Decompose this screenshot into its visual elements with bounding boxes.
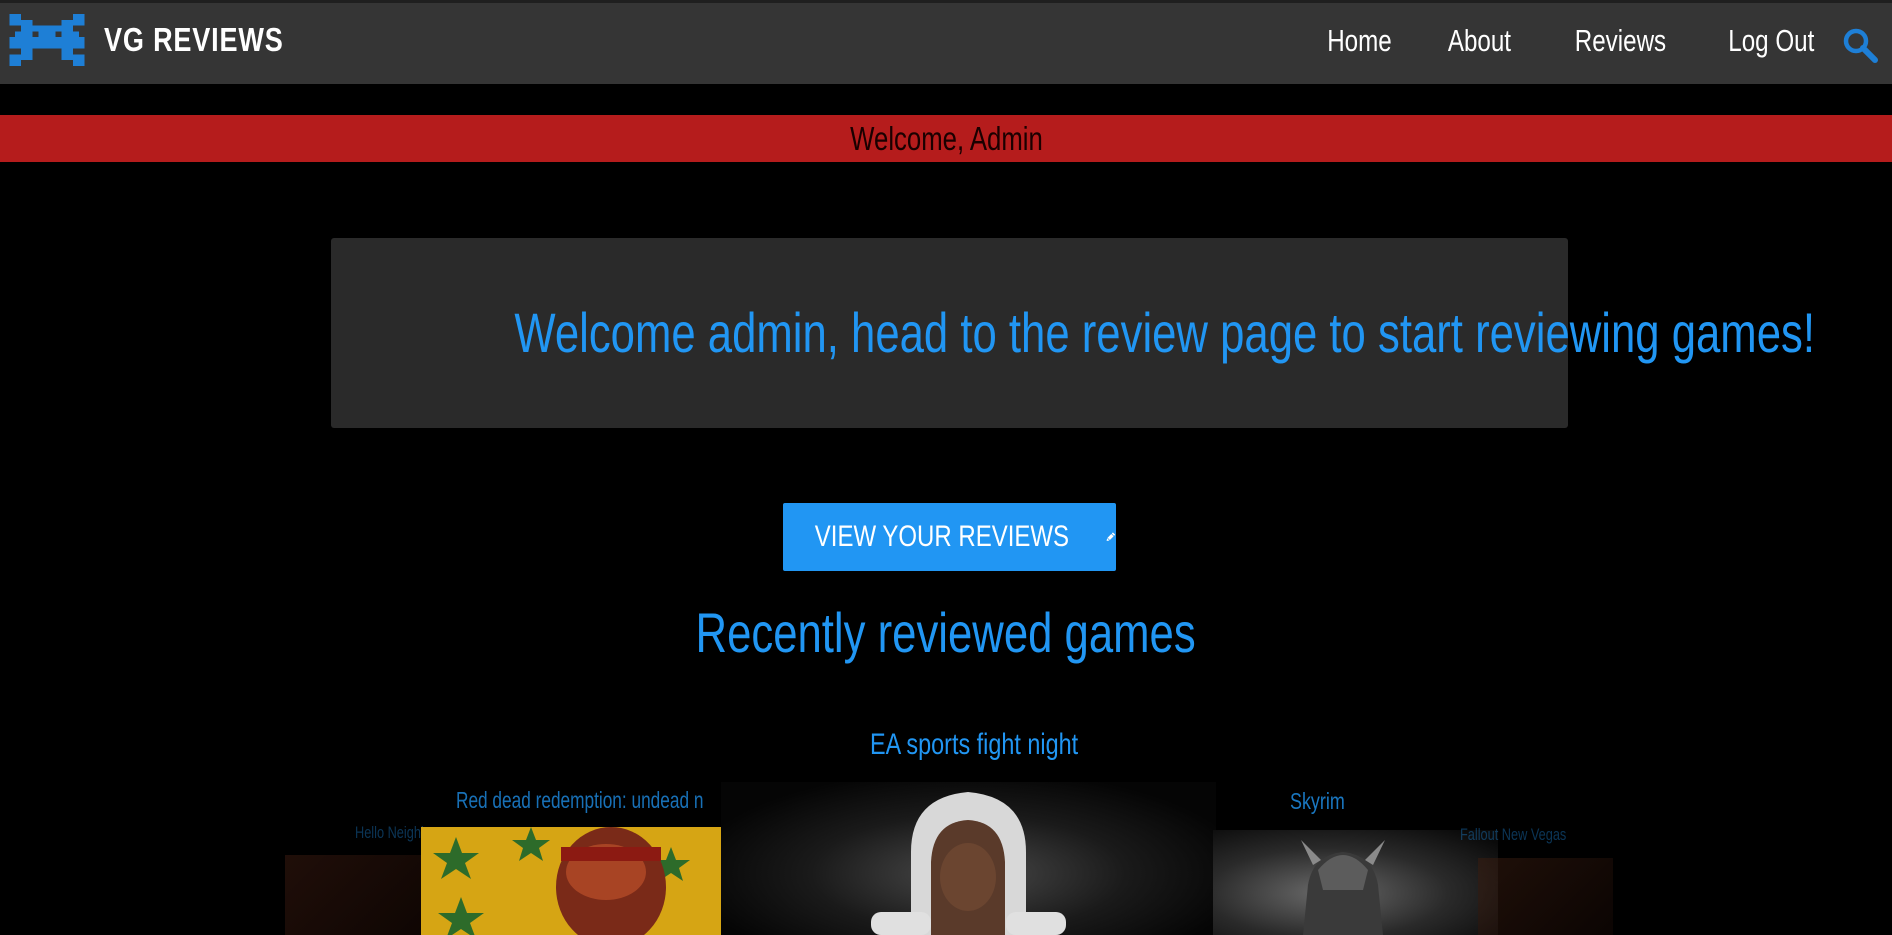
game-cover-image[interactable] [1213,830,1498,935]
game-cover-image[interactable] [721,782,1216,935]
boxer-illustration [871,792,1066,935]
nav-link-reviews[interactable]: Reviews [1574,23,1665,59]
view-reviews-label: VIEW YOUR REVIEWS [814,520,1070,553]
game-title[interactable]: Fallout New Vegas [1460,825,1566,845]
nav-links: Home About Reviews Log Out [1271,23,1814,59]
nav-link-about[interactable]: About [1447,23,1510,59]
game-title[interactable]: Red dead redemption: undead nightmare [456,787,704,814]
recent-games-carousel: Hello Neighbor Red dead redemption: unde… [0,720,1892,935]
brand-name: VG REVIEWS [104,21,284,58]
welcome-hero: Welcome admin, head to the review page t… [331,238,1815,428]
star-pattern [433,827,690,935]
game-title[interactable]: EA sports fight night [870,728,1078,762]
dragonborn-illustration [1301,840,1385,935]
game-cover-image[interactable] [1478,858,1613,935]
view-reviews-button[interactable]: VIEW YOUR REVIEWS [783,503,1116,571]
welcome-text: Welcome, Admin [849,120,1043,157]
game-cover-image[interactable] [285,855,425,935]
pencil-icon [1106,532,1115,541]
nav-link-home[interactable]: Home [1327,23,1392,59]
game-title[interactable]: Skyrim [1290,788,1345,815]
game-cover-image[interactable] [421,827,721,935]
hero-message: Welcome admin, head to the review page t… [514,301,1815,364]
space-invader-icon [9,14,85,66]
nav-link-logout[interactable]: Log Out [1728,23,1814,59]
search-icon[interactable] [1842,27,1878,63]
recent-section-title: Recently reviewed games [695,601,1197,664]
welcome-banner: Welcome, Admin [0,115,1892,162]
brand[interactable]: VG REVIEWS [8,14,323,66]
top-navbar: VG REVIEWS Home About Reviews Log Out [0,0,1892,84]
